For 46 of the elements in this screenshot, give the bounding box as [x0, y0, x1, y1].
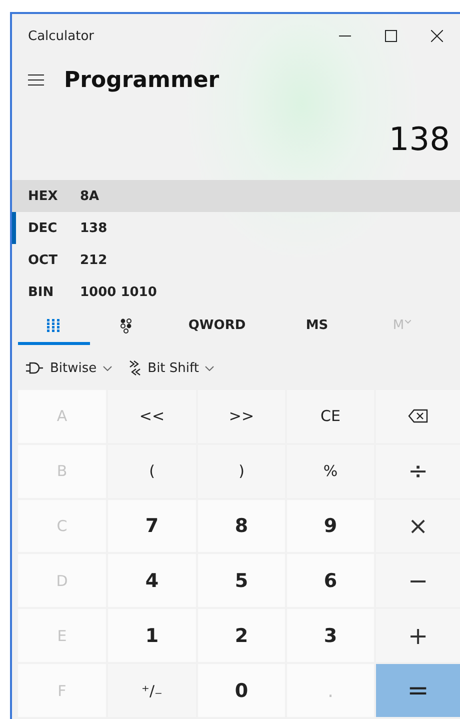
key-button[interactable]: 9 [287, 500, 374, 552]
minimize-icon [339, 35, 351, 37]
maximize-icon [385, 30, 397, 42]
dots-icon [120, 318, 132, 334]
radix-row[interactable]: HEX 8A [12, 180, 460, 212]
keypad-icon [47, 318, 61, 332]
window-title: Calculator [28, 28, 96, 44]
key-button[interactable]: ) [198, 444, 285, 498]
key-button[interactable]: + [376, 609, 460, 662]
radix-row[interactable]: DEC 138 [12, 212, 460, 244]
key-button[interactable]: 2 [198, 609, 285, 662]
chevron-down-icon [204, 366, 214, 370]
mode-title: Programmer [64, 68, 220, 92]
key-button[interactable]: ⁺/₋ [108, 664, 196, 717]
key-button[interactable]: % [287, 444, 374, 498]
shift-arrows-icon [128, 360, 142, 376]
key-button[interactable]: 6 [287, 554, 374, 608]
key-button[interactable]: >> [198, 390, 285, 443]
dropdown-button[interactable]: Bitwise [26, 360, 112, 376]
toolbar-tab[interactable]: QWORD [162, 309, 272, 345]
key-button[interactable]: ( [108, 444, 196, 498]
key-button[interactable]: 0 [198, 664, 285, 717]
key-button[interactable]: 1 [108, 609, 196, 662]
key-button[interactable]: << [108, 390, 196, 443]
radix-row[interactable]: OCT 212 [12, 244, 460, 276]
key-button[interactable]: 4 [108, 554, 196, 608]
key-button[interactable]: − [376, 554, 460, 608]
key-button[interactable]: × [376, 500, 460, 552]
menu-button[interactable] [28, 74, 44, 86]
radix-row[interactable]: BIN 1000 1010 [12, 276, 460, 308]
key-button[interactable]: 7 [108, 500, 196, 552]
chevron-down-icon [102, 366, 112, 370]
key-button[interactable]: 3 [287, 609, 374, 662]
dropdown-button[interactable]: Bit Shift [128, 360, 214, 376]
key-button[interactable]: CE [287, 390, 374, 443]
logic-gate-icon [26, 362, 44, 374]
key-button[interactable]: ÷ [376, 444, 460, 498]
key-button[interactable]: 8 [198, 500, 285, 552]
caret-icon [405, 320, 412, 324]
backspace-icon [408, 409, 428, 424]
key-button[interactable]: = [376, 664, 460, 717]
display-value: 138 [388, 120, 450, 160]
toolbar-tab[interactable]: MS [272, 309, 362, 345]
menu-icon [28, 74, 44, 86]
close-icon [431, 30, 443, 42]
key-button[interactable]: 5 [198, 554, 285, 608]
